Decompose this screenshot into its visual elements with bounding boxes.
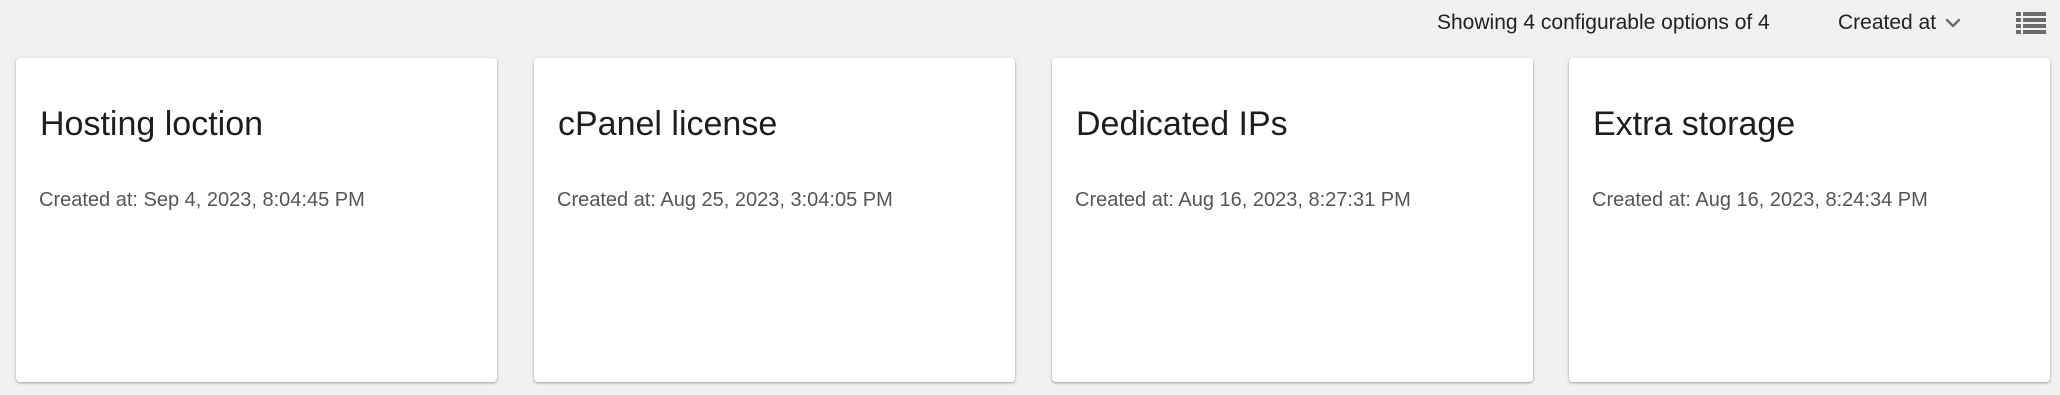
chevron-down-icon [1945,18,1961,28]
card-created-at: Created at: Aug 16, 2023, 8:27:31 PM [1075,189,1411,211]
toolbar: Showing 4 configurable options of 4 Crea… [0,0,2060,46]
card-title: Hosting loction [40,105,264,143]
option-card-cpanel-license[interactable]: cPanel license Created at: Aug 25, 2023,… [534,58,1015,382]
option-card-extra-storage[interactable]: Extra storage Created at: Aug 16, 2023, … [1569,58,2050,382]
sort-label: Created at [1838,11,1937,34]
card-created-at: Created at: Sep 4, 2023, 8:04:45 PM [39,189,365,211]
card-title: cPanel license [558,105,778,143]
sort-dropdown[interactable]: Created at [1838,8,1962,38]
card-title: Extra storage [1593,105,1796,143]
list-view-icon[interactable] [2016,11,2046,35]
results-count-text: Showing 4 configurable options of 4 [1437,11,1770,34]
option-card-hosting-location[interactable]: Hosting loction Created at: Sep 4, 2023,… [16,58,497,382]
card-created-at: Created at: Aug 25, 2023, 3:04:05 PM [557,189,893,211]
option-card-dedicated-ips[interactable]: Dedicated IPs Created at: Aug 16, 2023, … [1052,58,1533,382]
card-created-at: Created at: Aug 16, 2023, 8:24:34 PM [1592,189,1928,211]
card-title: Dedicated IPs [1076,105,1288,143]
